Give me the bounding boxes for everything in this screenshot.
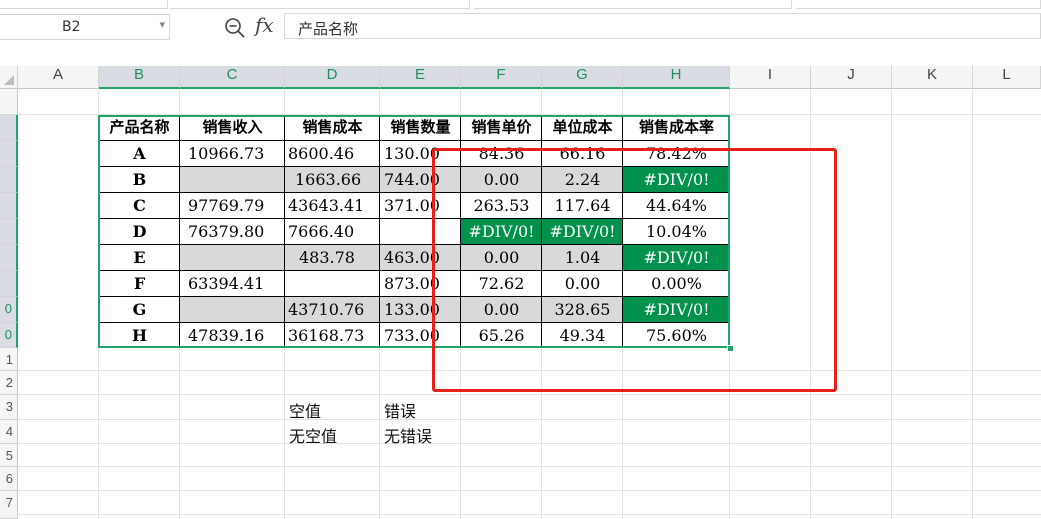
legend-noblank-label: 无空值	[289, 427, 338, 446]
column-header-a[interactable]: A	[18, 66, 99, 89]
function-icon[interactable]: fx	[255, 13, 274, 37]
column-header-g[interactable]: G	[542, 66, 623, 89]
name-box-value: B2	[62, 19, 81, 35]
legend-error-label: 错误	[384, 402, 417, 421]
column-header-j[interactable]: J	[811, 66, 892, 89]
row-header[interactable]	[0, 141, 18, 167]
row-header[interactable]: 1	[0, 348, 18, 371]
row-header[interactable]: 6	[0, 467, 18, 491]
column-header-d[interactable]: D	[285, 66, 380, 89]
row-header[interactable]: 0	[0, 323, 18, 348]
column-header-h[interactable]: H	[623, 66, 730, 89]
column-header-f[interactable]: F	[461, 66, 542, 89]
legend-blank-label: 空值	[289, 402, 322, 421]
row-header[interactable]	[0, 167, 18, 193]
row-header[interactable]	[0, 115, 18, 141]
row-header[interactable]: 3	[0, 395, 18, 420]
toolbar-strip	[0, 0, 1041, 12]
legend-noerror-label: 无错误	[384, 427, 433, 446]
row-header[interactable]	[0, 219, 18, 245]
row-header[interactable]: 0	[0, 297, 18, 323]
annotation-rectangle	[432, 148, 837, 392]
formula-input[interactable]: 产品名称	[284, 13, 1041, 39]
row-header[interactable]: 2	[0, 371, 18, 395]
column-header-l[interactable]: L	[973, 66, 1041, 89]
name-box[interactable]: B2 ▾	[0, 14, 170, 40]
row-header[interactable]	[0, 271, 18, 297]
row-header[interactable]	[0, 193, 18, 219]
row-header[interactable]: 7	[0, 491, 18, 519]
select-all-corner[interactable]	[0, 66, 18, 89]
zoom-icon[interactable]	[224, 17, 246, 39]
column-header-e[interactable]: E	[380, 66, 461, 89]
column-header-k[interactable]: K	[892, 66, 973, 89]
column-header-c[interactable]: C	[180, 66, 285, 89]
row-header[interactable]	[0, 89, 18, 115]
row-header[interactable]	[0, 245, 18, 271]
column-header-i[interactable]: I	[730, 66, 811, 89]
chevron-down-icon[interactable]: ▾	[159, 18, 165, 31]
row-header[interactable]: 4	[0, 420, 18, 444]
row-header[interactable]: 5	[0, 444, 18, 467]
column-header-b[interactable]: B	[99, 66, 180, 89]
